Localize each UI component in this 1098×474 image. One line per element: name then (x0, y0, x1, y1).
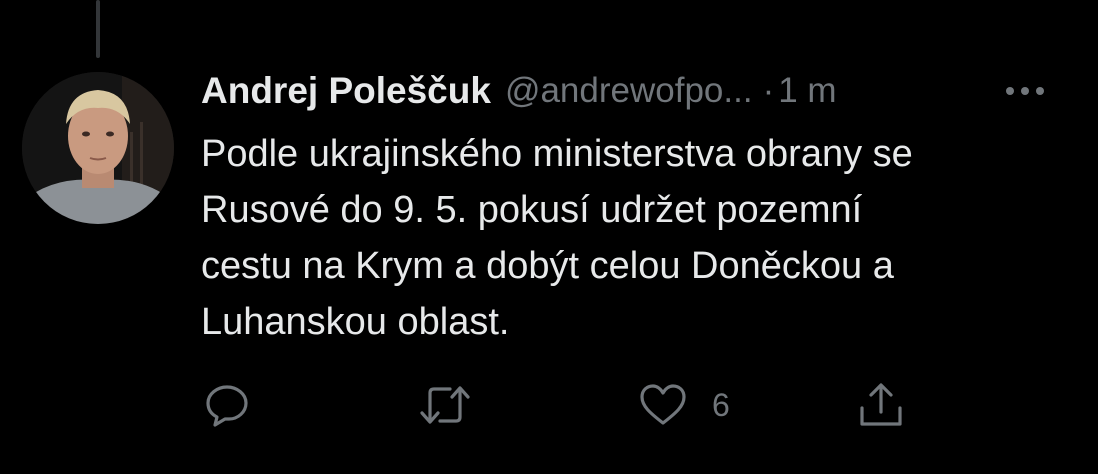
retweet-button[interactable] (418, 370, 472, 440)
like-button[interactable]: 6 (638, 370, 730, 440)
tweet-text-line: Rusové do 9. 5. pokusí udržet pozemní (201, 189, 863, 231)
tweet-text-line: Podle ukrajinského ministerstva obrany s… (201, 133, 913, 175)
heart-icon (640, 384, 686, 425)
tweet-timestamp[interactable]: 1 m (778, 71, 836, 111)
reply-icon (206, 385, 248, 427)
tweet-text-line: cestu na Krym a dobýt celou Doněckou a (201, 245, 894, 287)
tweet-header: Andrej Poleščuk @andrewofpo... · 1 m (201, 66, 1061, 116)
like-count: 6 (712, 386, 730, 423)
retweet-icon (420, 386, 470, 424)
separator-dot: · (762, 71, 775, 110)
avatar-photo (22, 72, 174, 224)
thread-connector-line (96, 0, 100, 58)
reply-button[interactable] (203, 370, 251, 440)
share-button[interactable] (856, 370, 906, 440)
author-name[interactable]: Andrej Poleščuk (201, 70, 491, 112)
more-options-button[interactable] (1000, 76, 1050, 106)
tweet-actions-bar: 6 (0, 370, 1098, 440)
share-icon (860, 383, 902, 426)
tweet-text: Podle ukrajinského ministerstva obrany s… (201, 126, 1071, 350)
tweet-text-line: Luhanskou oblast. (201, 301, 510, 343)
more-icon (1006, 87, 1044, 95)
avatar[interactable] (22, 72, 174, 224)
author-handle[interactable]: @andrewofpo... (505, 71, 753, 111)
